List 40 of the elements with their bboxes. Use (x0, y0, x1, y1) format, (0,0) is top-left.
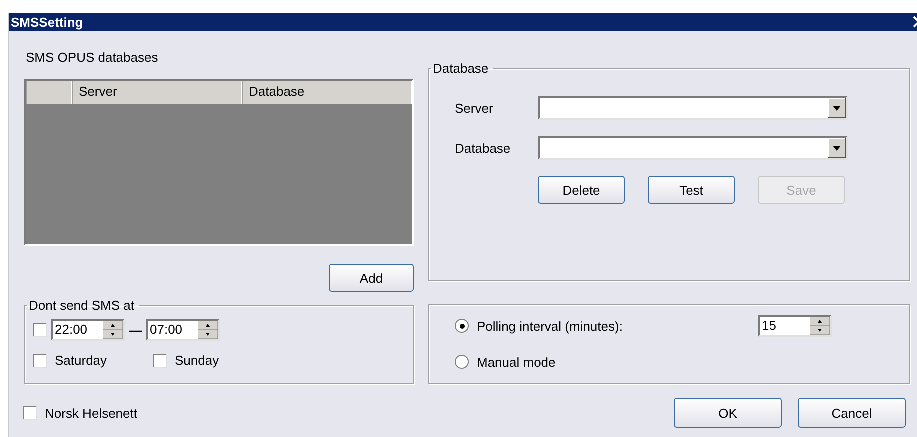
group-title: Database (432, 61, 490, 76)
time-spinner[interactable]: 22:00 (51, 319, 125, 341)
spin-up-icon[interactable] (198, 321, 218, 330)
checkbox[interactable] (33, 323, 47, 337)
section-label: SMS OPUS databases (26, 50, 160, 65)
radio-label: Polling interval (minutes): (477, 318, 624, 334)
add-button[interactable]: Add (329, 264, 414, 292)
spin-down-icon[interactable] (103, 330, 123, 339)
dropdown-field[interactable] (538, 96, 848, 120)
field-label: Server (455, 100, 494, 116)
window-title: SMSSetting (11, 14, 84, 30)
group-title: Dont send SMS at (28, 298, 136, 313)
action-button[interactable]: Delete (538, 176, 625, 204)
checkbox-label: Saturday (55, 353, 108, 368)
time-separator: — (129, 322, 142, 338)
checkbox[interactable] (33, 354, 47, 368)
checkbox-label: Sunday (175, 353, 220, 368)
spin-up-icon[interactable] (810, 317, 830, 326)
time-spinner[interactable]: 15 (758, 315, 832, 337)
dropdown-arrow-icon (833, 146, 841, 150)
radio-label: Manual mode (477, 354, 557, 370)
radio-button[interactable] (455, 319, 469, 333)
column-header[interactable]: Database (242, 81, 412, 104)
action-button[interactable]: Test (648, 176, 735, 204)
spin-down-icon[interactable] (810, 326, 830, 335)
dropdown-arrow-icon (833, 106, 841, 110)
checkbox[interactable] (23, 406, 37, 420)
dialog-button[interactable]: Cancel (798, 398, 906, 428)
dropdown-field[interactable] (538, 136, 848, 160)
database-list[interactable]: Server Database (24, 79, 414, 246)
checkbox[interactable] (153, 354, 167, 368)
spin-down-icon[interactable] (198, 330, 218, 339)
row-header-cell (26, 81, 72, 104)
time-spinner[interactable]: 07:00 (146, 319, 220, 341)
radio-button[interactable] (455, 355, 469, 369)
checkbox-label: Norsk Helsenett (45, 406, 138, 420)
spin-up-icon[interactable] (103, 321, 123, 330)
column-header[interactable]: Server (72, 81, 242, 104)
field-label: Database (455, 140, 512, 156)
dialog-button[interactable]: OK (674, 398, 782, 428)
